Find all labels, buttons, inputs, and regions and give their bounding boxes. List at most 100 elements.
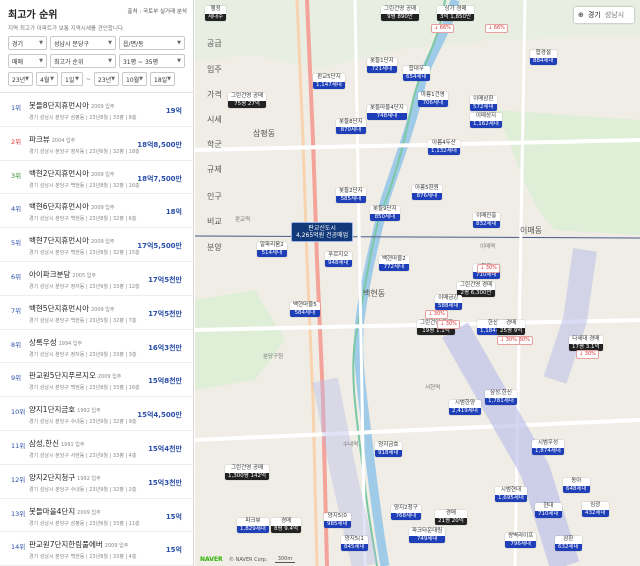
apartment-marker[interactable]: 아름4두산 1,132세대	[428, 140, 460, 155]
apartment-marker[interactable]: 합경설 884세대	[530, 50, 557, 65]
apartment-marker[interactable]: 알파리움2 514세대	[257, 242, 287, 257]
apartment-marker[interactable]: 시범현대 1,695세대	[495, 487, 527, 502]
map-label-population[interactable]: 인구	[207, 191, 222, 202]
apartment-marker[interactable]: 상가 경매 3억 1,850만	[437, 6, 475, 21]
map-label-move-in[interactable]: 입주	[207, 64, 222, 75]
ranking-item[interactable]: 11위 삼성,한신 1991 입주 경기 성남시 분당구 서현동 | 23년9월 | …	[0, 431, 193, 465]
apartment-marker[interactable]: 판교5단지 1,147세대	[313, 74, 345, 89]
ranking-item[interactable]: 8위 상록우성 1994 입주 경기 성남시 분당구 정자동 | 23년9월 | 33…	[0, 330, 193, 364]
price-change-badge: ↓ 66%	[431, 24, 454, 33]
apartment-marker[interactable]: 시범한양 2,419세대	[449, 400, 481, 415]
day-to-select[interactable]: 18일 ▼	[150, 72, 176, 86]
apartment-marker[interactable]: 현대 710세대	[535, 503, 562, 518]
map-label-presale[interactable]: 분양	[207, 242, 222, 253]
apartment-marker[interactable]: 시범우성 1,874세대	[532, 440, 564, 455]
chevron-down-icon: ▼	[39, 40, 43, 46]
apartment-marker[interactable]: 경매 8평 9.4억	[271, 518, 302, 533]
dong-select[interactable]: 읍/면/동 ▼	[118, 36, 186, 50]
apartment-marker[interactable]: 이매진흥 832세대	[473, 213, 500, 228]
month-from-select[interactable]: 4월 ▼	[36, 72, 58, 86]
region-select[interactable]: 경기 ▼	[8, 36, 47, 50]
map-label-compare[interactable]: 비교	[207, 216, 222, 227]
map-label-price[interactable]: 가격	[207, 89, 222, 100]
map-label-supply[interactable]: 공급	[207, 38, 222, 49]
apartment-marker[interactable]: 양지2청구 768세대	[391, 505, 421, 520]
map-label-market[interactable]: 시세	[207, 114, 222, 125]
range-separator: ~	[86, 75, 92, 83]
apartment-name: 삼성,한신 1991 입주	[29, 438, 85, 449]
marker-title: 이매진흥	[473, 213, 500, 221]
apartment-marker[interactable]: 푸르지오 948세대	[325, 252, 352, 267]
ranking-item[interactable]: 10위 양지1단지금호 1992 입주 경기 성남시 분당구 수내동 | 23년9월 …	[0, 397, 193, 431]
ranking-item[interactable]: 3위 백현2단지휴먼시아 2009 입주 경기 성남시 분당구 백현동 | 23년8월…	[0, 161, 193, 195]
apartment-marker[interactable]: 아름1건영 706세대	[418, 92, 448, 107]
marker-value: 1,695세대	[495, 494, 527, 502]
apartment-marker[interactable]: 양지금호 918세대	[375, 442, 402, 457]
marker-value: 710세대	[535, 510, 562, 518]
marker-value: 648세대	[563, 485, 590, 493]
sort-select[interactable]: 최고가 순위 ▼	[49, 54, 116, 68]
marker-title: 알파리움2	[257, 242, 287, 250]
location-selector[interactable]: ⊕ 경기 성남시	[574, 7, 634, 23]
rank-number: 10위	[11, 408, 26, 417]
move-in-year: 2009 입주	[97, 374, 122, 381]
apartment-marker[interactable]: 백현마을5 584세대	[290, 302, 320, 317]
ranking-item[interactable]: 4위 백현6단지휴먼시아 2009 입주 경기 성남시 분당구 백현동 | 23년8월…	[0, 194, 193, 229]
apartment-marker[interactable]: 봇들마을4단지 748세대	[367, 105, 407, 120]
apartment-marker[interactable]: 다세대 경매 17평 3.1억	[569, 336, 603, 351]
apartment-marker[interactable]: 파크타운대림 749세대	[409, 528, 446, 543]
apartment-marker[interactable]: 경매 25평 9억	[497, 320, 526, 335]
apartment-marker[interactable]: 파크뷰 1,829세대	[237, 518, 269, 533]
apartment-name: 판교원5단지푸르지오 2009 입주	[29, 370, 121, 381]
apartment-marker[interactable]: 경매 21평 20억	[435, 510, 467, 525]
year-from-select[interactable]: 23년 ▼	[8, 72, 33, 86]
apartment-marker[interactable]: 삼환 632세대	[555, 536, 582, 551]
apartment-marker[interactable]: 봇들1단지 721세대	[367, 58, 397, 73]
apartment-marker[interactable]: 그린건영 공매 1,300평 142억	[225, 465, 270, 480]
apartment-marker[interactable]: 봇들8단지 870세대	[336, 119, 366, 134]
map-view[interactable]: 공급 입주 가격 시세 학군 규제 인구 비교 분양 삼평동 백현동 이매동 서…	[195, 0, 640, 566]
apartment-name: 백현6단지휴먼시아 2009 입주	[29, 201, 115, 212]
apartment-marker[interactable]: 합대우 654세대	[403, 66, 430, 81]
apartment-marker[interactable]: 동아 648세대	[563, 478, 590, 493]
marker-title: 삼환	[555, 536, 582, 544]
marker-title: 그린건영 공매	[228, 93, 267, 101]
apartment-marker[interactable]: 그린건영 경매 2평 6,300만	[457, 282, 496, 297]
apartment-marker[interactable]: 삼성,한신 1,781세대	[485, 390, 517, 405]
district-select[interactable]: 성남시 분당구 ▼	[49, 36, 116, 50]
deal-type-select[interactable]: 매매 ▼	[8, 54, 47, 68]
apartment-marker[interactable]: 아름5환원 876세대	[412, 185, 442, 200]
year-to-select[interactable]: 23년 ▼	[94, 72, 120, 86]
apartment-marker[interactable]: 봇들2단지 585세대	[336, 188, 366, 203]
ranking-item[interactable]: 13위 봇들마을4단지 2009 입주 경기 성남시 분당구 삼평동 | 23년6월 …	[0, 499, 193, 533]
apartment-marker[interactable]: 백현마을2 772세대	[379, 256, 409, 271]
current-location-tag[interactable]: 판교신도시 4,265억원 건공매업	[291, 222, 354, 242]
marker-value: 1,300평 142억	[225, 472, 270, 480]
ranking-item[interactable]: 6위 아이파크분당 2005 입주 경기 성남시 분당구 정자동 | 23년9월 | …	[0, 262, 193, 296]
apartment-marker[interactable]: 양지5(0 985세대	[324, 513, 351, 528]
ranking-item[interactable]: 12위 양지2단지청구 1992 입주 경기 성남시 분당구 수내동 | 23년9월 …	[0, 465, 193, 499]
ranking-item[interactable]: 2위 파크뷰 2004 입주 경기 성남시 분당구 정자동 | 23년6월 | 32평…	[0, 127, 193, 161]
apartment-marker[interactable]: 이매금강 588세대	[435, 295, 462, 310]
area-select[interactable]: 31평 ~ 35평 ▼	[118, 54, 186, 68]
apartment-marker[interactable]: 임광 432세대	[582, 502, 609, 517]
month-to-select[interactable]: 10월 ▼	[122, 72, 148, 86]
apartment-marker[interactable]: 이매성지 1,162세대	[470, 113, 502, 128]
apartment-marker[interactable]: 쌍벽라이프 796세대	[505, 533, 537, 548]
map-label-school[interactable]: 학군	[207, 139, 222, 150]
ranking-item[interactable]: 9위 판교원5단지푸르지오 2009 입주 경기 성남시 분당구 백현동 | 23년8…	[0, 363, 193, 398]
apartment-marker[interactable]: 그린건영 공매 75평 27억	[228, 93, 267, 108]
apartment-marker[interactable]: 양지5(1 845세대	[341, 536, 368, 551]
day-to-value: 18일	[154, 76, 168, 84]
apartment-marker[interactable]: 이매삼환 572세대	[470, 96, 497, 111]
ranking-item[interactable]: 1위 봇들8단지휴먼시아 2009 입주 경기 성남시 분당구 삼평동 | 23년8월…	[0, 93, 193, 127]
apartment-marker[interactable]: 그린건영 공매 9평 890만	[381, 6, 420, 21]
apartment-marker[interactable]: 행정 세대수	[205, 6, 227, 21]
map-label-regulation[interactable]: 규제	[207, 164, 222, 175]
ranking-item[interactable]: 7위 백현5단지휴먼시아 2009 입주 경기 성남시 분당구 백현동 | 23년5월…	[0, 296, 193, 330]
ranking-item[interactable]: 5위 백현7단지휴먼시아 2009 입주 경기 성남시 분당구 백현동 | 23년8월…	[0, 228, 193, 262]
location-region: 경기	[587, 11, 601, 19]
apartment-marker[interactable]: 봇들9단지 850세대	[370, 206, 400, 221]
day-from-select[interactable]: 1일 ▼	[61, 72, 83, 86]
ranking-item[interactable]: 14위 판교원7단지한림풀에버 2009 입주 경기 성남시 분당구 백현동 | 23…	[0, 532, 193, 566]
